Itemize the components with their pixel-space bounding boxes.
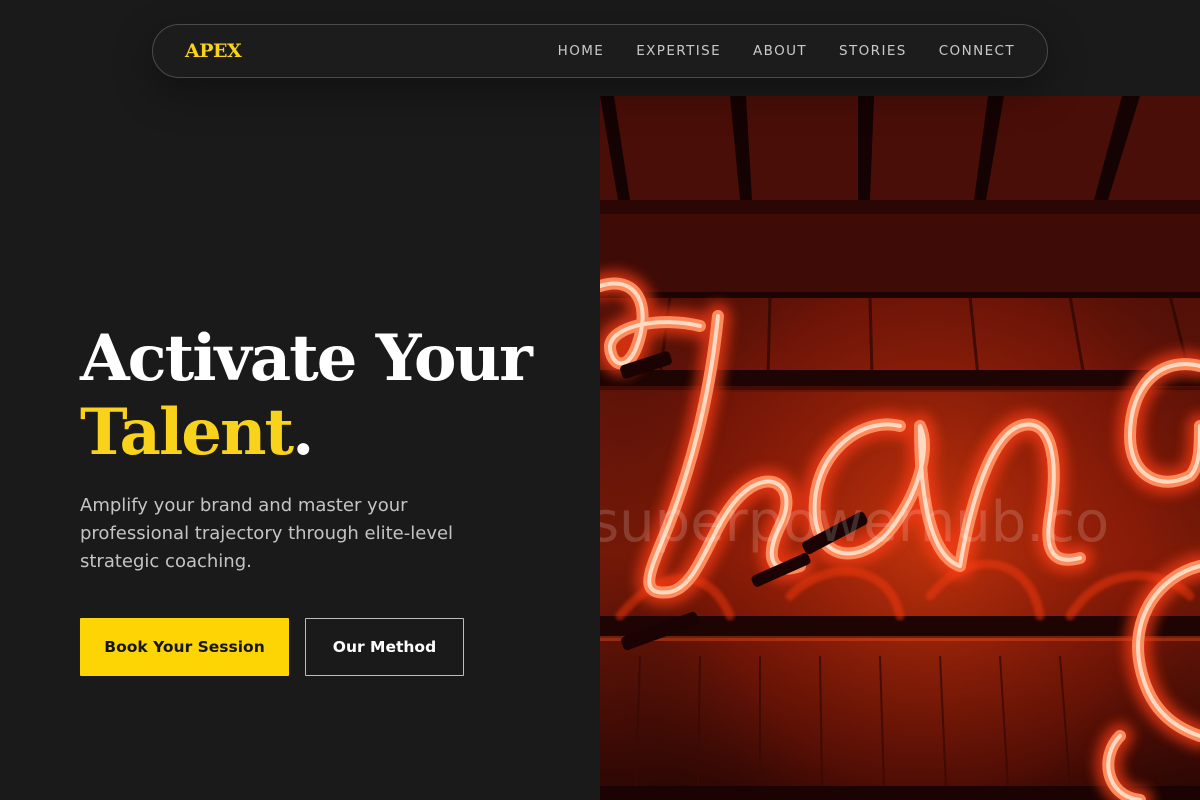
- nav-link-about[interactable]: ABOUT: [753, 43, 807, 59]
- hero-buttons: Book Your Session Our Method: [80, 618, 580, 676]
- neon-sign-image: superpowerhub.co: [600, 96, 1200, 800]
- book-session-button[interactable]: Book Your Session: [80, 618, 289, 676]
- our-method-button[interactable]: Our Method: [305, 618, 464, 676]
- hero-content: Activate Your Talent. Amplify your brand…: [80, 322, 580, 676]
- headline-accent: Talent: [80, 395, 294, 470]
- nav-links: HOME EXPERTISE ABOUT STORIES CONNECT: [558, 25, 1015, 77]
- nav-link-connect[interactable]: CONNECT: [939, 43, 1015, 59]
- nav-link-stories[interactable]: STORIES: [839, 43, 907, 59]
- headline-period: .: [292, 395, 314, 470]
- top-navigation: APEX HOME EXPERTISE ABOUT STORIES CONNEC…: [152, 24, 1048, 78]
- hero-subtitle: Amplify your brand and master your profe…: [80, 495, 454, 572]
- nav-link-expertise[interactable]: EXPERTISE: [636, 43, 721, 59]
- nav-link-home[interactable]: HOME: [558, 43, 605, 59]
- headline-line1: Activate Your: [80, 321, 533, 396]
- image-watermark: superpowerhub.co: [600, 490, 1109, 555]
- brand-logo[interactable]: APEX: [185, 39, 242, 63]
- hero-headline: Activate Your Talent.: [80, 322, 580, 470]
